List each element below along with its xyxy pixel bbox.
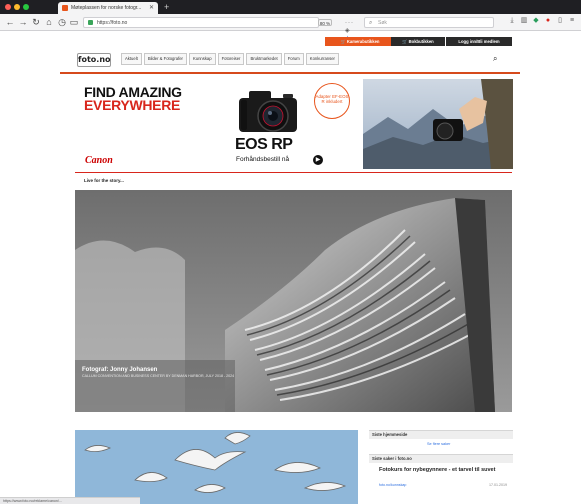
page-actions-dots[interactable]: ···	[345, 20, 354, 26]
url-bar[interactable]: https://foto.no 80 % ··· ◈ ★	[83, 17, 353, 42]
ad-divider	[75, 172, 512, 173]
home-icon[interactable]: ⌂	[44, 16, 54, 28]
ad-headline-line2: EVERYWHERE	[84, 97, 181, 113]
seagulls-photo[interactable]	[75, 430, 358, 504]
camera-image	[239, 91, 297, 132]
sidebar-box-title: Siste hjemmeside	[372, 432, 408, 437]
sidebar-icon[interactable]: ▯	[556, 17, 564, 25]
reload-icon[interactable]: ↻	[31, 16, 41, 28]
preorder-text[interactable]: Forhåndsbestill nå	[236, 156, 289, 164]
camera-store-button[interactable]: 🛒 Kamerabutikken	[325, 37, 395, 46]
menu-item-fotoreiser[interactable]: Fotoreiser	[217, 53, 245, 65]
canon-logo: Canon	[85, 155, 113, 166]
ad-mountain-photo	[363, 79, 513, 169]
tab-close-icon[interactable]: ✕	[149, 4, 154, 12]
menu-item-aktuelt[interactable]: Aktuelt	[121, 53, 142, 65]
ad-headline: FIND AMAZING EVERYWHERE	[84, 85, 182, 113]
library-books-icon[interactable]: ▥	[520, 17, 528, 25]
menu-item-kunnskap[interactable]: Kunnskap	[188, 53, 216, 65]
header-divider	[60, 72, 520, 74]
article-meta: foto.no/kunnskap 17.01.2019	[379, 483, 507, 488]
adapter-badge: Adapter EF-EOS R inkludert	[314, 83, 350, 119]
forward-icon[interactable]: →	[18, 16, 28, 28]
browser-tab[interactable]: Møteplassen for norske fotogr... ✕	[58, 2, 158, 14]
maximize-window-button[interactable]	[23, 4, 29, 10]
menu-item-bilder[interactable]: Bilder & Fotografer	[143, 53, 187, 65]
ad-tagline: Live for the story...	[84, 178, 124, 183]
hero-photo[interactable]: Fotograf: Jonny Johansen CALLUM CONVENTI…	[75, 190, 512, 412]
site-logo[interactable]: foto.no	[77, 53, 111, 67]
canon-ad-banner[interactable]: FIND AMAZING EVERYWHERE Canon Adapter EF…	[75, 75, 513, 175]
minimize-window-button[interactable]	[14, 4, 20, 10]
photo-credit: CALLUM CONVENTION AND BUSINESS CENTER BY…	[82, 374, 235, 378]
site-header: 🛒 Kamerabutikken 🛒 Bokbutikken Logg inn/…	[60, 31, 520, 72]
back-icon[interactable]: ←	[5, 16, 15, 28]
menu-item-bruktmarkedet[interactable]: Bruktmarkedet	[246, 53, 282, 65]
login-button[interactable]: Logg inn/Bli medlem	[446, 37, 512, 46]
site-search-icon[interactable]: ⌕	[493, 54, 497, 64]
lock-icon	[88, 20, 93, 25]
article-link[interactable]: Fotokurs for nybegynnere - et tarvel til…	[379, 467, 499, 474]
search-bar[interactable]: ⌕ Søk	[364, 17, 494, 28]
search-icon: ⌕	[369, 20, 373, 26]
article-category[interactable]: foto.no/kunnskap	[379, 483, 406, 487]
close-window-button[interactable]	[5, 4, 11, 10]
article-date: 17.01.2019	[489, 483, 507, 487]
menu-item-forum[interactable]: Forum	[283, 53, 304, 65]
url-text: https://foto.no	[97, 20, 128, 26]
favicon-icon	[62, 5, 68, 11]
browser-toolbar: ← → ↻ ⌂ ◷ ▭ https://foto.no 80 % ··· ◈ ★…	[0, 14, 581, 42]
menu-item-konkurranser[interactable]: Konkurranser	[305, 53, 339, 65]
more-articles-link[interactable]: Se flere saker	[427, 442, 450, 447]
bookstore-button[interactable]: 🛒 Bokbutikken	[391, 37, 445, 46]
history-icon[interactable]: ◷	[57, 16, 67, 28]
arrow-right-icon[interactable]: ▶	[313, 155, 323, 165]
zoom-badge[interactable]: 80 %	[318, 19, 332, 26]
sidebar-box-recent: Siste saker i foto.no	[369, 454, 513, 463]
download-icon[interactable]: ⤓	[508, 17, 516, 25]
photographer-caption: Fotograf: Jonny Johansen	[82, 367, 158, 373]
sidebar-box-title: Siste saker i foto.no	[372, 456, 412, 461]
search-placeholder: Søk	[378, 20, 387, 26]
new-tab-button[interactable]: +	[164, 1, 169, 13]
library-icon[interactable]: ▭	[69, 16, 79, 28]
menu-icon[interactable]: ≡	[568, 17, 576, 25]
sidebar: Siste hjemmeside Se flere saker Siste sa…	[369, 430, 513, 504]
extension-icon[interactable]: ◆	[532, 17, 540, 25]
tab-title: Møteplassen for norske fotogr...	[71, 5, 142, 11]
main-menu: Aktuelt Bilder & Fotografer Kunnskap Fot…	[121, 53, 339, 67]
browser-titlebar: Møteplassen for norske fotogr... ✕ +	[0, 0, 581, 14]
seagull-image	[75, 430, 358, 504]
product-name: EOS RP	[235, 136, 293, 153]
sidebar-box-latest: Siste hjemmeside	[369, 430, 513, 439]
status-bar: https://www.foto.no/reklame/canon/...	[0, 497, 140, 504]
adblock-icon[interactable]: ●	[544, 17, 552, 25]
